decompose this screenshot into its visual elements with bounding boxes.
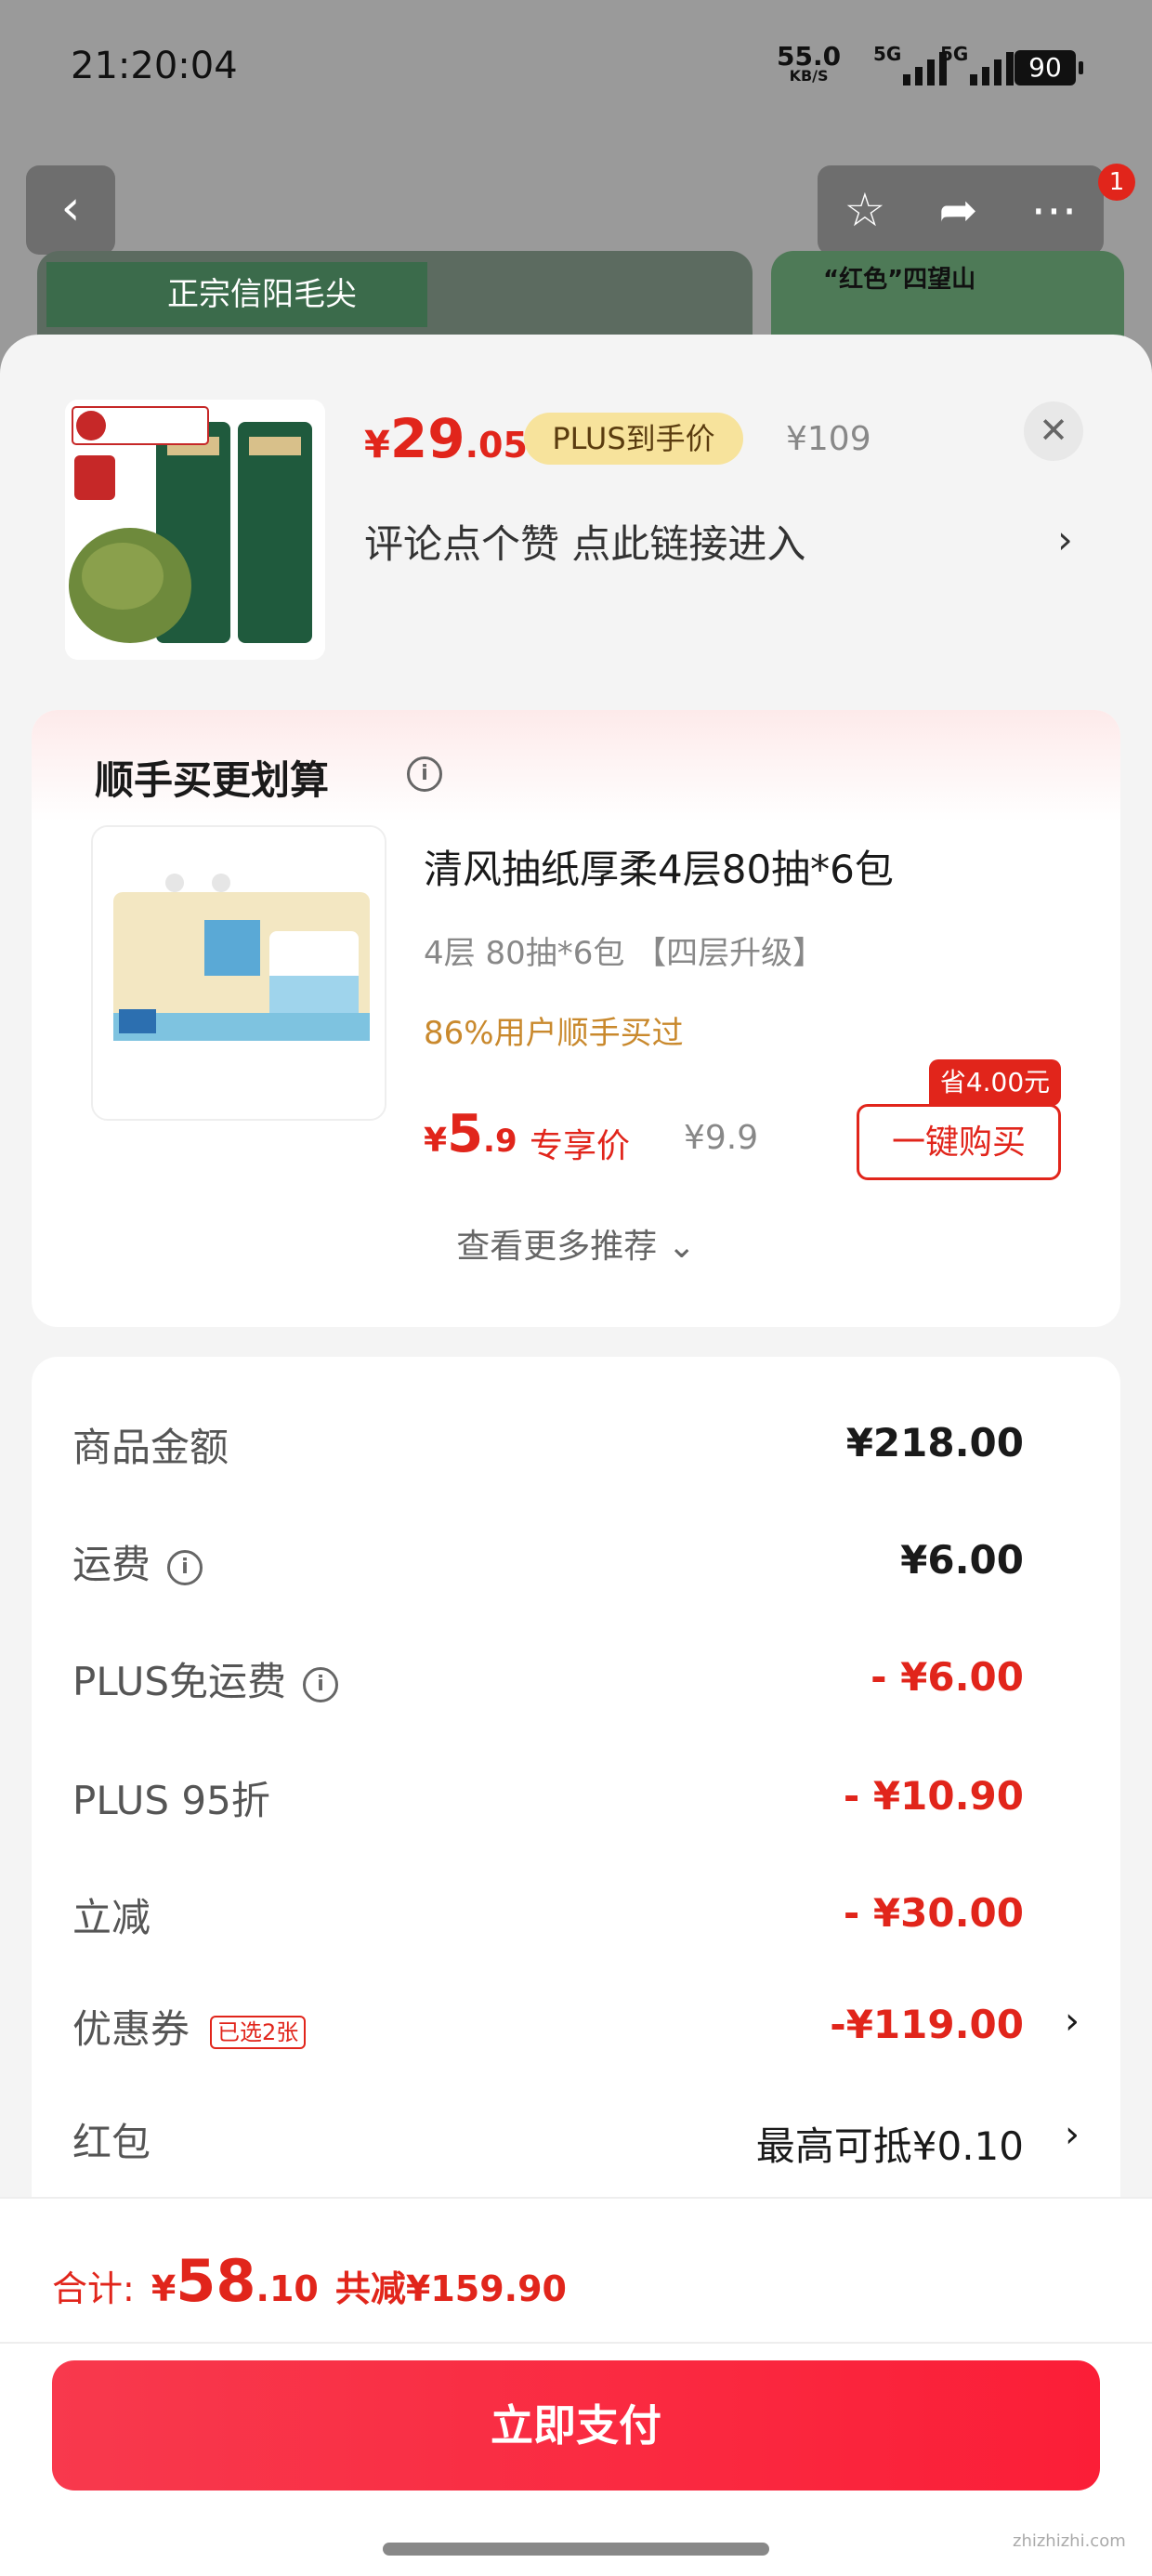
divider [0,2342,1152,2344]
background-label: 正宗信阳毛尖 [46,262,427,327]
status-bar: 21:20:04 55.0 KB/S 5G 5G 90 [0,0,1152,139]
sim1-label: 5G [873,43,902,65]
promo-link[interactable]: 评论点个赞 点此链接进入 [364,513,805,570]
notification-badge: 1 [1098,164,1135,201]
bundle-title: 顺手买更划算 [95,757,330,803]
summary-row-plus-free-shipping: PLUS免运费 i - ¥6.00 [72,1654,1024,1704]
product-thumbnail [65,400,325,660]
summary-row-shipping: 运费 i ¥6.00 [72,1537,1024,1587]
more-recommendations-link[interactable]: 查看更多推荐 ⌄ [32,1219,1120,1268]
close-button[interactable]: ✕ [1024,401,1083,461]
one-click-buy-button[interactable]: 一键购买 [857,1104,1061,1180]
plus-price-tag: PLUS到手价 [524,413,743,465]
more-icon[interactable]: ⋯ [1030,183,1077,237]
info-icon[interactable]: i [167,1549,203,1585]
pay-now-button[interactable]: 立即支付 [52,2360,1100,2491]
summary-row-red-packet[interactable]: 红包 最高可抵¥0.10 › [72,2102,1080,2169]
original-price: ¥109 [786,420,871,458]
signal-icon [970,46,1014,85]
chevron-right-icon[interactable]: › [1057,517,1073,562]
info-icon[interactable]: i [303,1666,339,1702]
bundle-item-image[interactable] [91,825,386,1121]
checkout-bar: 合计: ¥58.10 共减¥159.90 立即支付 [0,2197,1152,2576]
background-page: 21:20:04 55.0 KB/S 5G 5G 90 ‹ ☆ ➦ ⋯ 1 正宗… [0,0,1152,390]
summary-row-coupon[interactable]: 优惠券 已选2张 -¥119.00 › [72,1989,1080,2054]
order-total: 合计: ¥58.10 共减¥159.90 [52,2247,567,2315]
bundle-original-price: ¥9.9 [684,1119,759,1157]
top-actions: ☆ ➦ ⋯ [818,165,1104,255]
summary-row-plus-discount: PLUS 95折 - ¥10.90 [72,1773,1024,1823]
info-icon[interactable]: i [407,756,442,792]
battery-icon: 90 [1015,50,1083,85]
summary-row-instant-discount: 立减 - ¥30.00 [72,1890,1024,1940]
bundle-item-price: ¥5.9 [424,1104,517,1164]
bundle-card: 顺手买更划算 i 清风抽纸厚柔4层80抽*6包 4层 80抽*6包 【四层升级】… [32,710,1120,1327]
close-icon: ✕ [1039,410,1068,451]
product-price: ¥29.05 [364,407,528,470]
total-saved: 共减¥159.90 [334,2268,567,2309]
coupon-count-tag: 已选2张 [210,2015,307,2049]
bundle-item-social-proof: 86%用户顺手买过 [424,1015,684,1052]
savings-badge: 省4.00元 [929,1059,1061,1106]
chevron-right-icon[interactable]: › [1065,2113,1080,2156]
back-icon: ‹ [60,180,81,236]
network-speed: 55.0 KB/S [777,41,842,85]
background-label: “红色”四望山 [823,266,976,294]
bundle-item-name[interactable]: 清风抽纸厚柔4层80抽*6包 [424,838,894,895]
star-icon[interactable]: ☆ [844,183,886,237]
watermark: zhizhizhi.com [1013,2531,1126,2551]
chevron-right-icon[interactable]: › [1065,2000,1080,2043]
home-indicator[interactable] [383,2543,769,2556]
exclusive-price-label: 专享价 [530,1127,631,1165]
back-button[interactable]: ‹ [26,165,115,255]
share-icon[interactable]: ➦ [938,183,977,237]
summary-row-goods: 商品金额 ¥218.00 [72,1420,1024,1470]
sim2-label: 5G [940,43,969,65]
bundle-item-spec: 4层 80抽*6包 【四层升级】 [424,935,825,972]
status-time: 21:20:04 [71,45,238,87]
